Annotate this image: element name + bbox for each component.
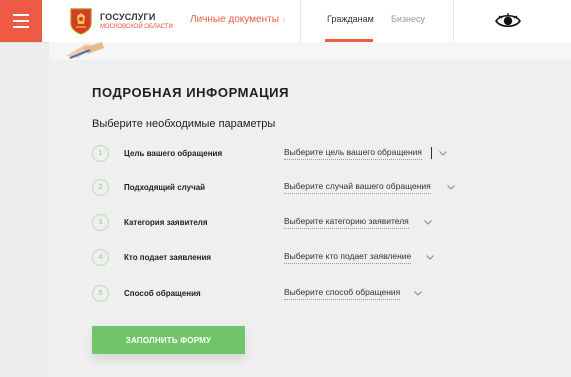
field-label: Кто подает заявления [124, 253, 212, 262]
personal-documents-link[interactable]: Личные документы › [190, 14, 285, 25]
form-row: 5 Способ обращения Выберите способ обращ… [92, 285, 472, 305]
field-label: Подходящий случай [124, 183, 206, 192]
case-select[interactable]: Выберите случай вашего обращения [284, 181, 431, 194]
tab-business[interactable]: Бизнесу [391, 14, 425, 24]
chevron-down-icon[interactable] [414, 291, 422, 296]
top-header: ГОСУСЛУГИ МОСКОВСКОЙ ОБЛАСТИ Личные доку… [0, 0, 571, 43]
header-divider [453, 0, 454, 42]
form-row: 1 Цель вашего обращения Выберите цель ва… [92, 145, 472, 165]
tab-citizens[interactable]: Гражданам [327, 14, 374, 24]
page-title: ПОДРОБНАЯ ИНФОРМАЦИЯ [92, 85, 290, 100]
banner-strip [49, 42, 571, 60]
hamburger-icon-line [13, 26, 29, 28]
chevron-down-icon[interactable] [447, 185, 455, 190]
coat-of-arms-icon [70, 8, 92, 35]
step-number: 3 [92, 214, 109, 231]
step-number: 2 [92, 179, 109, 196]
field-label: Цель вашего обращения [124, 149, 223, 158]
header-divider [300, 0, 301, 42]
request-method-select[interactable]: Выберите способ обращения [284, 287, 401, 300]
form-row: 2 Подходящий случай Выберите случай ваше… [92, 179, 472, 199]
chevron-down-icon[interactable] [439, 151, 447, 156]
hamburger-menu-button[interactable] [0, 0, 42, 42]
chevron-down-icon[interactable] [424, 220, 432, 225]
logo-title: ГОСУСЛУГИ [100, 11, 156, 22]
step-number: 1 [92, 145, 109, 162]
field-label: Категория заявителя [124, 218, 208, 227]
applicant-category-select[interactable]: Выберите категорию заявителя [284, 216, 409, 229]
logo-subtitle: МОСКОВСКОЙ ОБЛАСТИ [100, 23, 173, 30]
field-label: Способ обращения [124, 289, 201, 298]
site-logo[interactable]: ГОСУСЛУГИ МОСКОВСКОЙ ОБЛАСТИ [69, 7, 173, 35]
hamburger-icon-line [13, 20, 29, 22]
submitter-select[interactable]: Выберите кто подает заявление [284, 251, 412, 264]
fill-form-button[interactable]: ЗАПОЛНИТЬ ФОРМУ [92, 326, 245, 354]
step-number: 5 [92, 285, 109, 302]
chevron-down-icon[interactable] [426, 255, 434, 260]
chevron-right-icon: › [281, 14, 286, 25]
form-row: 3 Категория заявителя Выберите категорию… [92, 214, 472, 234]
purpose-select[interactable]: Выберите цель вашего обращения [284, 147, 423, 160]
personal-documents-label: Личные документы [190, 14, 279, 25]
form-subtitle: Выберите необходимые параметры [92, 118, 276, 130]
step-number: 4 [92, 249, 109, 266]
eye-icon[interactable] [495, 12, 521, 30]
form-row: 4 Кто подает заявления Выберите кто пода… [92, 249, 472, 269]
hand-illustration-icon [66, 42, 104, 59]
hamburger-icon-line [13, 14, 29, 16]
text-cursor [431, 147, 432, 159]
